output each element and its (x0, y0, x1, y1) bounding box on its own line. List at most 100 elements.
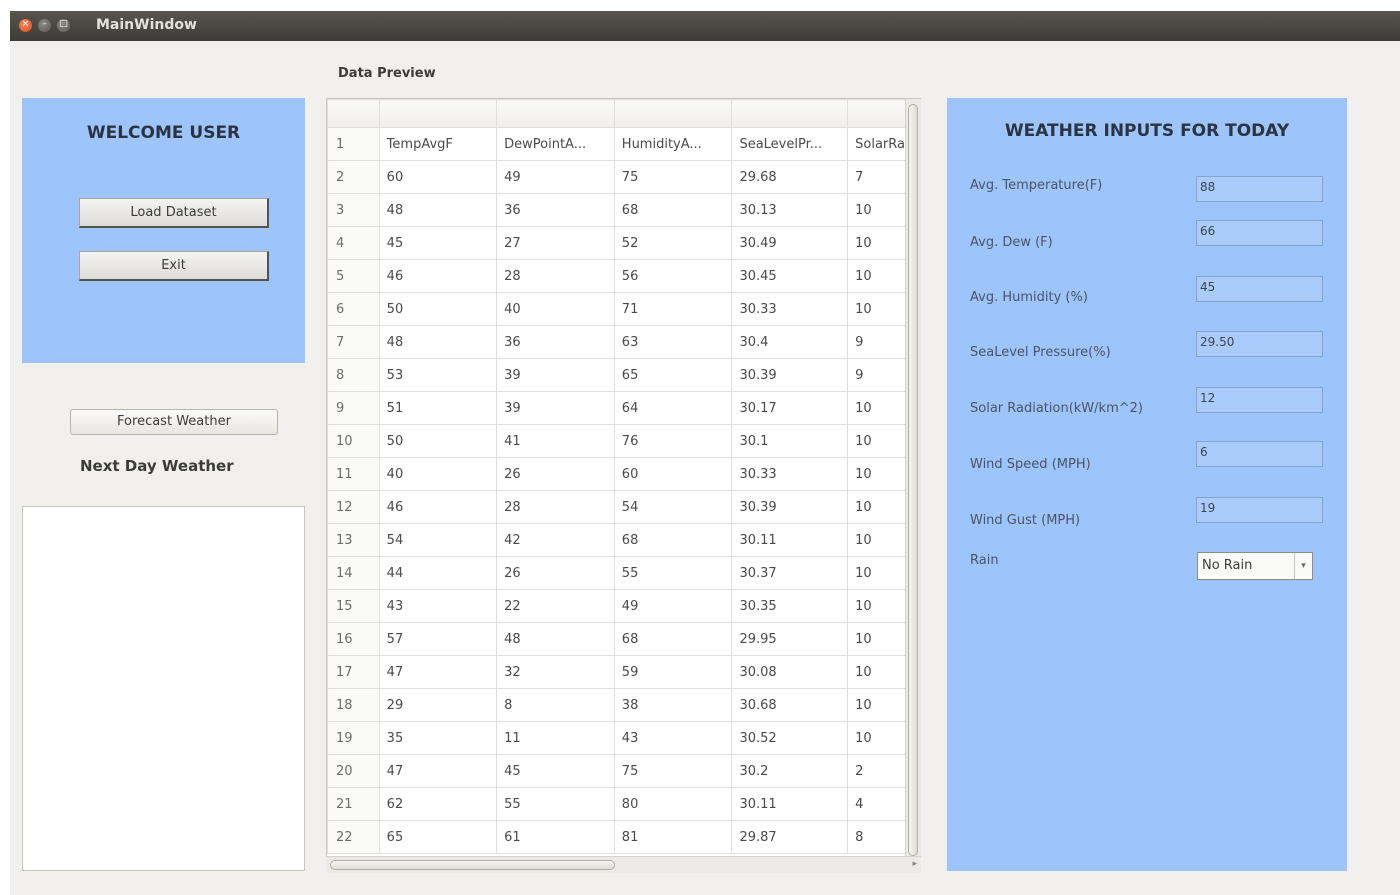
table-cell[interactable]: 47 (378, 655, 498, 689)
table-cell[interactable]: 36 (496, 325, 615, 359)
row-number-cell[interactable]: 11 (327, 457, 380, 491)
row-number-cell[interactable]: 17 (327, 655, 380, 689)
table-cell[interactable]: 71 (613, 292, 733, 326)
table-cell[interactable]: 61 (496, 820, 615, 854)
table-cell[interactable]: 30.08 (731, 655, 849, 689)
table-cell[interactable]: 29.95 (731, 622, 849, 656)
table-cell[interactable]: 30.17 (731, 391, 849, 425)
table-row[interactable]: 3 48 36 68 30.13 10 (327, 193, 920, 227)
table-row[interactable]: 1 TempAvgF DewPointA... HumidityA... SeaLeve… (327, 127, 920, 161)
table-cell[interactable]: 32 (496, 655, 615, 689)
table-cell[interactable]: 46 (378, 259, 498, 293)
table-row[interactable]: 17 47 32 59 30.08 10 (327, 655, 920, 689)
rain-select[interactable]: No Rain ▾ (1197, 552, 1313, 580)
table-cell[interactable]: 51 (378, 391, 498, 425)
table-row[interactable]: 13 54 42 68 30.11 10 (327, 523, 920, 557)
table-cell[interactable]: 27 (496, 226, 615, 260)
table-row[interactable]: 16 57 48 68 29.95 10 (327, 622, 920, 656)
table-cell[interactable]: 41 (496, 424, 615, 458)
table-cell[interactable]: 45 (496, 754, 615, 788)
table-cell[interactable]: 40 (496, 292, 615, 326)
table-cell[interactable]: 50 (378, 292, 498, 326)
table-row[interactable]: 21 62 55 80 30.11 4 (327, 787, 920, 821)
table-cell[interactable]: 68 (613, 193, 733, 227)
table-cell[interactable]: 43 (378, 589, 498, 623)
table-cell[interactable]: 56 (613, 259, 733, 293)
table-vertical-scrollbar[interactable] (905, 99, 921, 861)
table-cell[interactable]: 30.11 (731, 787, 849, 821)
vertical-scroll-thumb[interactable] (908, 104, 918, 856)
table-cell[interactable]: 29 (378, 688, 498, 722)
table-cell[interactable]: 40 (378, 457, 498, 491)
table-row[interactable]: 4 45 27 52 30.49 10 (327, 226, 920, 260)
row-number-cell[interactable]: 3 (327, 193, 380, 227)
table-cell[interactable]: 42 (496, 523, 615, 557)
solar-radiation-input[interactable]: 12 (1196, 387, 1323, 413)
table-row[interactable]: 10 50 41 76 30.1 10 (327, 424, 920, 458)
wind-gust-input[interactable]: 19 (1196, 497, 1323, 523)
row-number-cell[interactable]: 20 (327, 754, 380, 788)
table-cell[interactable]: 50 (378, 424, 498, 458)
table-cell[interactable]: 65 (613, 358, 733, 392)
table-cell[interactable]: 36 (496, 193, 615, 227)
table-cell[interactable]: 30.2 (731, 754, 849, 788)
table-cell[interactable]: 44 (378, 556, 498, 590)
table-cell[interactable]: 68 (613, 523, 733, 557)
table-cell[interactable]: 28 (496, 259, 615, 293)
avg-dew-input[interactable]: 66 (1196, 220, 1323, 246)
table-cell[interactable]: 30.33 (731, 457, 849, 491)
row-number-cell[interactable]: 2 (327, 160, 380, 194)
table-cell[interactable]: 30.4 (731, 325, 849, 359)
table-cell[interactable]: 30.11 (731, 523, 849, 557)
table-cell[interactable]: 54 (378, 523, 498, 557)
table-cell[interactable]: 26 (496, 556, 615, 590)
table-row[interactable]: 18 29 8 38 30.68 10 (327, 688, 920, 722)
row-number-cell[interactable]: 7 (327, 325, 380, 359)
table-cell[interactable]: 30.68 (731, 688, 849, 722)
table-cell[interactable]: 55 (613, 556, 733, 590)
table-cell[interactable]: 60 (613, 457, 733, 491)
table-cell[interactable]: 80 (613, 787, 733, 821)
table-cell[interactable]: SeaLevelPr... (731, 127, 849, 161)
avg-temperature-input[interactable]: 88 (1196, 176, 1323, 202)
row-number-cell[interactable]: 6 (327, 292, 380, 326)
row-number-cell[interactable]: 18 (327, 688, 380, 722)
table-row[interactable]: 15 43 22 49 30.35 10 (327, 589, 920, 623)
table-cell[interactable]: 30.35 (731, 589, 849, 623)
table-row[interactable]: 12 46 28 54 30.39 10 (327, 490, 920, 524)
table-cell[interactable]: 75 (613, 754, 733, 788)
table-cell[interactable]: 39 (496, 358, 615, 392)
table-cell[interactable]: 30.39 (731, 490, 849, 524)
row-number-cell[interactable]: 1 (327, 127, 380, 161)
table-cell[interactable]: 29.68 (731, 160, 849, 194)
table-cell[interactable]: 38 (613, 688, 733, 722)
row-number-cell[interactable]: 12 (327, 490, 380, 524)
row-number-cell[interactable]: 19 (327, 721, 380, 755)
avg-humidity-input[interactable]: 45 (1196, 276, 1323, 302)
wind-speed-input[interactable]: 6 (1196, 441, 1323, 467)
table-cell[interactable]: 54 (613, 490, 733, 524)
row-number-cell[interactable]: 8 (327, 358, 380, 392)
table-row[interactable]: 22 65 61 81 29.87 8 (327, 820, 920, 854)
table-row[interactable]: 20 47 45 75 30.2 2 (327, 754, 920, 788)
row-number-cell[interactable]: 22 (327, 820, 380, 854)
table-cell[interactable]: 76 (613, 424, 733, 458)
row-number-cell[interactable]: 16 (327, 622, 380, 656)
table-cell[interactable]: 59 (613, 655, 733, 689)
maximize-window-button[interactable]: □ (57, 19, 70, 32)
chevron-down-icon[interactable]: ▾ (1294, 553, 1312, 579)
table-cell[interactable]: 30.45 (731, 259, 849, 293)
table-cell[interactable]: 55 (496, 787, 615, 821)
table-cell[interactable]: TempAvgF (378, 127, 498, 161)
table-cell[interactable]: 64 (613, 391, 733, 425)
table-cell[interactable]: 48 (378, 193, 498, 227)
table-cell[interactable]: 8 (496, 688, 615, 722)
table-header-cell[interactable] (731, 99, 849, 128)
table-cell[interactable]: 30.39 (731, 358, 849, 392)
table-cell[interactable]: 22 (496, 589, 615, 623)
table-cell[interactable]: 43 (613, 721, 733, 755)
row-number-cell[interactable]: 10 (327, 424, 380, 458)
table-row[interactable]: 19 35 11 43 30.52 10 (327, 721, 920, 755)
table-cell[interactable]: 26 (496, 457, 615, 491)
table-row[interactable]: 11 40 26 60 30.33 10 (327, 457, 920, 491)
